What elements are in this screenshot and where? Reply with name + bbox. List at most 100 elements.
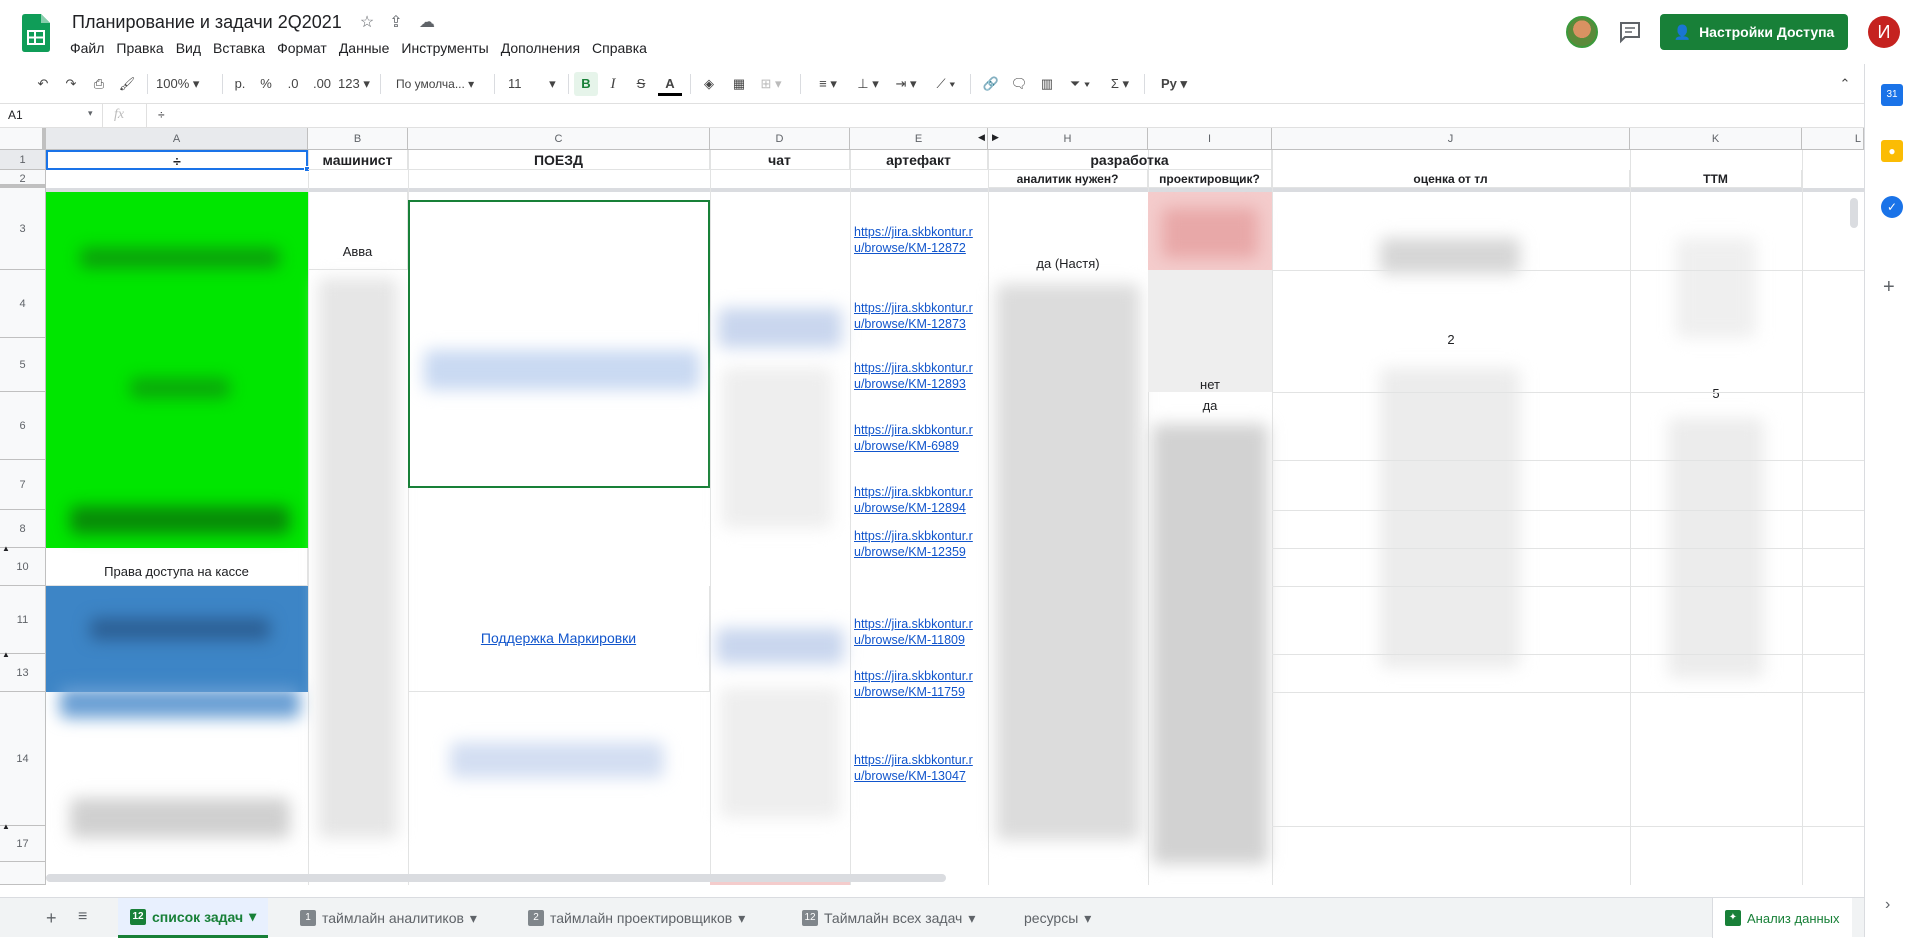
cell-c1[interactable]: ПОЕЗД: [408, 150, 710, 170]
menu-help[interactable]: Справка: [586, 38, 653, 58]
more-formats-select[interactable]: 123 ▾: [338, 72, 376, 96]
add-sheet-icon[interactable]: +: [46, 908, 57, 929]
calendar-icon[interactable]: 31: [1881, 84, 1903, 106]
column-header-c[interactable]: C: [408, 128, 710, 150]
cloud-status-icon[interactable]: ☁: [416, 12, 438, 34]
decrease-decimal-button[interactable]: .0: [282, 72, 304, 96]
menu-insert[interactable]: Вставка: [207, 38, 271, 58]
collaborator-avatar[interactable]: [1566, 16, 1598, 48]
jira-link-km-11809[interactable]: https://jira.skbkontur.r u/browse/KM-1180…: [850, 614, 988, 654]
redo-icon[interactable]: ↷: [60, 72, 82, 96]
comment-history-icon[interactable]: [1618, 20, 1642, 44]
cell-k5[interactable]: 5: [1630, 386, 1802, 404]
cell-i4-grey[interactable]: [1148, 270, 1272, 392]
menu-file[interactable]: Файл: [64, 38, 110, 58]
column-header-d[interactable]: D: [710, 128, 850, 150]
cell-b3[interactable]: Авва: [308, 192, 408, 270]
tab-resources[interactable]: ресурсы ▾: [1012, 898, 1103, 938]
hidden-columns-left-arrow[interactable]: ◀: [978, 132, 985, 143]
select-all-corner[interactable]: [0, 128, 46, 150]
vertical-align-icon[interactable]: ⊥ ▾: [852, 72, 884, 96]
cell-a1[interactable]: ÷: [46, 150, 308, 170]
cell-j2[interactable]: оценка от тл: [1272, 170, 1630, 188]
row-header-4[interactable]: 4: [0, 270, 46, 338]
jira-link-km-12872[interactable]: https://jira.skbkontur.r u/browse/KM-1287…: [850, 222, 988, 262]
cell-j4[interactable]: 2: [1272, 332, 1630, 350]
cell-e1[interactable]: артефакт: [850, 150, 988, 170]
expand-panel-icon[interactable]: ›: [1885, 896, 1890, 914]
document-title[interactable]: Планирование и задачи 2Q2021: [72, 12, 342, 33]
all-sheets-icon[interactable]: ≡: [78, 908, 87, 926]
tab-all-tasks-timeline[interactable]: 12 Таймлайн всех задач ▾: [790, 898, 987, 938]
column-header-i[interactable]: I: [1148, 128, 1272, 150]
row-header-8[interactable]: 8: [0, 510, 46, 548]
jira-link-km-11759[interactable]: https://jira.skbkontur.r u/browse/KM-1175…: [850, 666, 988, 706]
spreadsheet-grid[interactable]: A B C D E H I J K L ◀ ▶ 1 2 3 4 5 6 7 8 …: [0, 128, 1864, 885]
insert-link-icon[interactable]: 🔗: [980, 72, 1002, 96]
menu-addons[interactable]: Дополнения: [495, 38, 586, 58]
cell-a3-green-block[interactable]: [46, 192, 308, 548]
cell-a10[interactable]: Права доступа на кассе: [46, 548, 308, 586]
paint-format-icon[interactable]: 🖌: [116, 72, 138, 96]
jira-link-km-13047[interactable]: https://jira.skbkontur.r u/browse/KM-1304…: [850, 750, 988, 790]
move-to-folder-icon[interactable]: ⇪: [385, 12, 407, 34]
zoom-select[interactable]: 100% ▾: [156, 72, 214, 96]
star-icon[interactable]: ☆: [356, 12, 378, 34]
row-header-11[interactable]: 11: [0, 586, 46, 654]
menu-format[interactable]: Формат: [271, 38, 333, 58]
horizontal-align-icon[interactable]: ≡ ▾: [812, 72, 844, 96]
borders-icon[interactable]: ▦: [728, 72, 750, 96]
insert-chart-icon[interactable]: ▥: [1036, 72, 1058, 96]
name-box[interactable]: A1 ▾: [8, 108, 96, 122]
menu-edit[interactable]: Правка: [110, 38, 169, 58]
hidden-row-arrow[interactable]: ▲: [2, 544, 10, 553]
explore-button[interactable]: ✦ Анализ данных: [1712, 898, 1852, 938]
cell-d1[interactable]: чат: [710, 150, 850, 170]
row-header-10[interactable]: 10: [0, 548, 46, 586]
text-rotation-icon[interactable]: ⟋ ▾: [930, 72, 962, 96]
jira-link-km-12359[interactable]: https://jira.skbkontur.r u/browse/KM-1235…: [850, 526, 988, 566]
tab-task-list[interactable]: 12 список задач ▾: [118, 898, 269, 938]
row-header-13[interactable]: 13: [0, 654, 46, 692]
font-size-select[interactable]: 11 ▾: [508, 72, 562, 96]
cell-i5[interactable]: нет: [1148, 378, 1272, 392]
jira-link-km-6989[interactable]: https://jira.skbkontur.r u/browse/KM-6989: [850, 420, 988, 460]
cell-h3[interactable]: да (Настя): [988, 256, 1148, 276]
filter-icon[interactable]: ⏷ ▾: [1064, 72, 1096, 96]
cell-i6[interactable]: да: [1148, 398, 1272, 414]
cell-b1[interactable]: машинист: [308, 150, 408, 170]
menu-tools[interactable]: Инструменты: [395, 38, 494, 58]
column-header-h[interactable]: H: [988, 128, 1148, 150]
row-header-5[interactable]: 5: [0, 338, 46, 392]
row-header-7[interactable]: 7: [0, 460, 46, 510]
row-header-3[interactable]: 3: [0, 188, 46, 270]
column-header-a[interactable]: A: [46, 128, 308, 150]
cell-c11-link[interactable]: Поддержка Маркировки: [408, 586, 710, 692]
strikethrough-button[interactable]: S: [630, 72, 652, 96]
cell-i2[interactable]: проектировщик?: [1148, 170, 1272, 188]
cell-k2[interactable]: TTM: [1630, 170, 1802, 188]
cell-h1[interactable]: разработка: [988, 150, 1272, 170]
tasks-icon[interactable]: ✓: [1881, 196, 1903, 218]
column-header-l[interactable]: L: [1802, 128, 1864, 150]
user-avatar[interactable]: И: [1868, 16, 1900, 48]
row-header-17[interactable]: 17: [0, 826, 46, 862]
text-color-button[interactable]: A: [658, 72, 682, 96]
merge-cells-icon[interactable]: ⊞ ▾: [756, 72, 786, 96]
hidden-row-arrow[interactable]: ▲: [2, 650, 10, 659]
keep-icon[interactable]: ●: [1881, 140, 1903, 162]
hidden-row-arrow[interactable]: ▲: [2, 822, 10, 831]
row-header-1[interactable]: 1: [0, 150, 46, 170]
input-tools-button[interactable]: Py ▾: [1156, 72, 1192, 96]
jira-link-km-12894[interactable]: https://jira.skbkontur.r u/browse/KM-1289…: [850, 482, 988, 522]
column-header-j[interactable]: J: [1272, 128, 1630, 150]
hidden-columns-right-arrow[interactable]: ▶: [992, 132, 999, 143]
column-header-b[interactable]: B: [308, 128, 408, 150]
percent-format-button[interactable]: %: [256, 72, 276, 96]
bold-button[interactable]: B: [574, 72, 598, 96]
jira-link-km-12893[interactable]: https://jira.skbkontur.r u/browse/KM-1289…: [850, 358, 988, 398]
currency-format-button[interactable]: р.: [230, 72, 250, 96]
vertical-scrollbar[interactable]: [1850, 198, 1858, 228]
row-header-2[interactable]: 2: [0, 170, 46, 188]
column-header-e[interactable]: E: [850, 128, 988, 150]
